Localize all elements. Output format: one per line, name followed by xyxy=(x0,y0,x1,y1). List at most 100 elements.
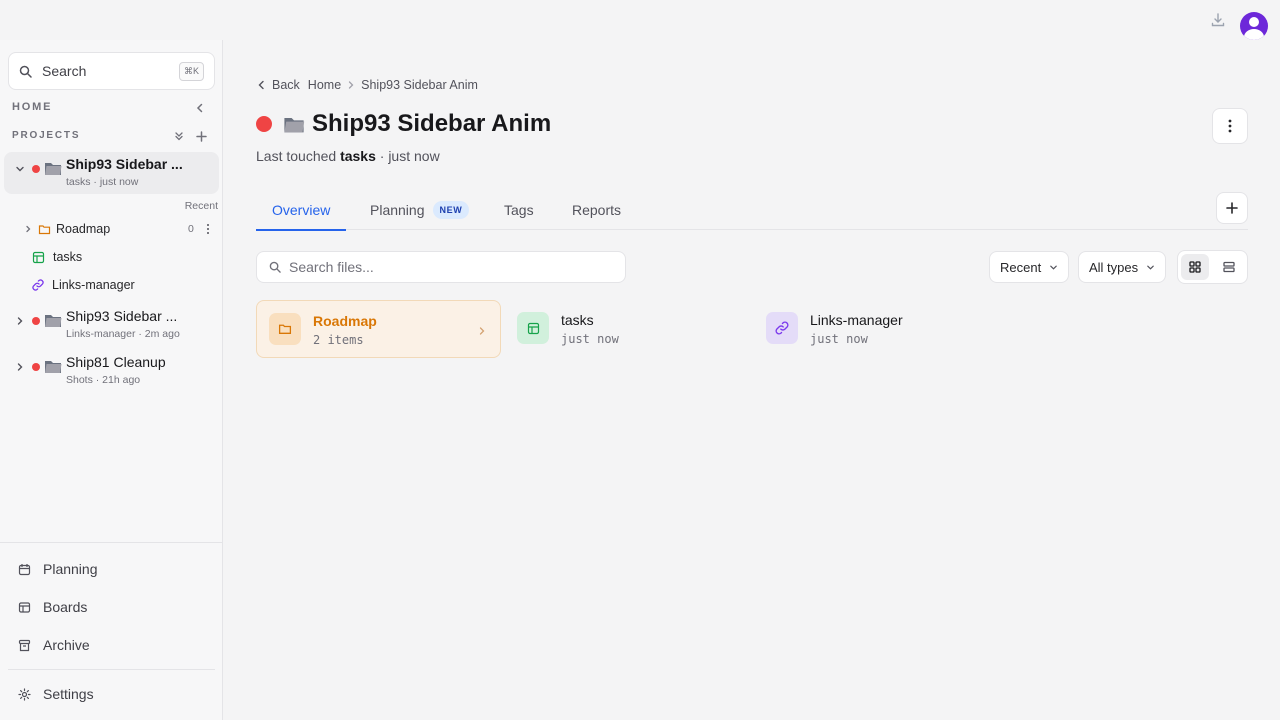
grid-icon xyxy=(1189,261,1201,273)
subtitle-item: tasks xyxy=(340,148,376,164)
nav-planning[interactable]: Planning xyxy=(0,553,223,585)
plus-icon xyxy=(1226,202,1238,214)
project-item[interactable]: Ship93 Sidebar ... tasks · just now xyxy=(4,152,219,194)
link-icon xyxy=(32,279,44,291)
page-subtitle: Last touched tasks · just now xyxy=(256,148,440,164)
sidebar-item-roadmap[interactable]: Roadmap 0 xyxy=(20,217,218,241)
file-card-roadmap[interactable]: Roadmap 2 items xyxy=(256,300,501,358)
project-name: Ship93 Sidebar ... xyxy=(66,156,183,172)
sort-dropdown[interactable]: Recent xyxy=(989,251,1070,283)
collapse-all-icon[interactable] xyxy=(171,128,187,144)
chevron-left-icon[interactable] xyxy=(257,80,266,90)
file-meta: 2 items xyxy=(313,333,364,347)
home-label[interactable]: HOME xyxy=(12,101,52,113)
item-count: 0 xyxy=(188,223,194,235)
file-card-tasks[interactable]: tasks just now xyxy=(505,300,750,358)
status-dot xyxy=(256,116,272,132)
breadcrumb-current: Ship93 Sidebar Anim xyxy=(361,78,478,92)
more-vertical-icon[interactable] xyxy=(203,223,213,235)
subtitle-suffix: · just now xyxy=(379,148,440,164)
project-item[interactable]: Ship81 Cleanup Shots · 21h ago xyxy=(4,350,219,392)
recent-label: Recent xyxy=(184,200,218,212)
files-search-input[interactable] xyxy=(289,259,609,275)
status-dot xyxy=(32,165,40,173)
tab-label: Reports xyxy=(572,202,622,218)
tab-label: Planning xyxy=(370,202,425,218)
folder-icon xyxy=(43,310,63,330)
title-row: Ship93 Sidebar Anim xyxy=(256,110,551,138)
nav-label: Settings xyxy=(43,686,94,702)
files-search[interactable] xyxy=(256,251,626,283)
sidebar-item-label: Roadmap xyxy=(56,222,111,236)
chevron-right-icon[interactable] xyxy=(13,360,27,374)
type-value: All types xyxy=(1089,259,1139,275)
project-meta: tasks · just now xyxy=(66,176,139,188)
more-options-button[interactable] xyxy=(1212,108,1248,144)
archive-icon xyxy=(18,639,31,651)
link-icon xyxy=(766,312,798,344)
list-view-button[interactable] xyxy=(1215,254,1243,280)
divider xyxy=(0,542,223,543)
project-name: Ship81 Cleanup xyxy=(66,354,166,370)
calendar-icon xyxy=(18,563,31,575)
breadcrumb: Back Home Ship93 Sidebar Anim xyxy=(257,78,478,92)
breadcrumb-home[interactable]: Home xyxy=(308,78,341,92)
file-card-links-manager[interactable]: Links-manager just now xyxy=(754,300,999,358)
nav-boards[interactable]: Boards xyxy=(0,591,223,623)
view-toggle xyxy=(1177,250,1248,284)
chevron-right-icon[interactable] xyxy=(13,314,27,328)
grid-view-button[interactable] xyxy=(1181,254,1209,280)
add-project-icon[interactable] xyxy=(193,128,209,144)
tab-reports[interactable]: Reports xyxy=(572,190,621,230)
file-name: Roadmap xyxy=(313,313,377,329)
tab-tags[interactable]: Tags xyxy=(504,190,534,230)
project-item[interactable]: Ship93 Sidebar ... Links-manager · 2m ag… xyxy=(4,304,219,346)
avatar[interactable] xyxy=(1240,12,1268,40)
chevron-down-icon xyxy=(1050,265,1057,270)
nav-archive[interactable]: Archive xyxy=(0,629,223,661)
chevron-down-icon xyxy=(1147,265,1154,270)
projects-label: PROJECTS xyxy=(12,130,81,141)
tab-label: Tags xyxy=(504,202,534,218)
chevron-right-icon xyxy=(347,80,355,90)
subtitle-prefix: Last touched xyxy=(256,148,337,164)
type-filter-dropdown[interactable]: All types xyxy=(1078,251,1167,283)
sort-value: Recent xyxy=(1000,259,1042,275)
tab-overview[interactable]: Overview xyxy=(256,190,347,231)
more-vertical-icon xyxy=(1228,119,1232,133)
table-icon xyxy=(517,312,549,344)
status-dot xyxy=(32,317,40,325)
divider xyxy=(8,669,215,670)
project-name: Ship93 Sidebar ... xyxy=(66,308,178,324)
search-icon xyxy=(269,261,281,273)
add-tab-button[interactable] xyxy=(1216,192,1248,224)
tab-planning[interactable]: Planning NEW xyxy=(370,190,470,230)
download-icon[interactable] xyxy=(1208,10,1228,30)
folder-icon xyxy=(38,223,51,236)
page-title: Ship93 Sidebar Anim xyxy=(312,110,552,137)
folder-icon xyxy=(282,112,306,136)
sidebar-search-label: Search xyxy=(42,63,87,79)
nav-label: Boards xyxy=(43,599,88,615)
sidebar-item-label: Links-manager xyxy=(52,278,135,292)
project-meta: Links-manager · 2m ago xyxy=(66,328,180,340)
folder-icon xyxy=(269,313,301,345)
sidebar-search[interactable]: Search ⌘K xyxy=(8,52,215,90)
gear-icon xyxy=(18,687,31,701)
chevron-down-icon[interactable] xyxy=(13,162,27,176)
nav-settings[interactable]: Settings xyxy=(0,678,223,710)
shortcut-badge: ⌘K xyxy=(178,61,204,81)
chevron-right-icon[interactable] xyxy=(20,225,36,233)
sidebar: Search ⌘K HOME PROJECTS Ship93 Sidebar .… xyxy=(0,40,223,720)
back-link[interactable]: Back xyxy=(272,78,300,92)
tab-bar: Overview Planning NEW Tags Reports xyxy=(256,190,1248,231)
collapse-sidebar-icon[interactable] xyxy=(192,100,208,116)
sidebar-item-tasks[interactable]: tasks xyxy=(32,245,230,269)
board-icon xyxy=(18,601,31,613)
sidebar-item-label: tasks xyxy=(53,250,83,264)
folder-icon xyxy=(43,158,63,178)
list-icon xyxy=(1223,261,1235,273)
nav-label: Planning xyxy=(43,561,98,577)
file-name: tasks xyxy=(561,312,594,328)
sidebar-item-links-manager[interactable]: Links-manager xyxy=(32,273,230,297)
